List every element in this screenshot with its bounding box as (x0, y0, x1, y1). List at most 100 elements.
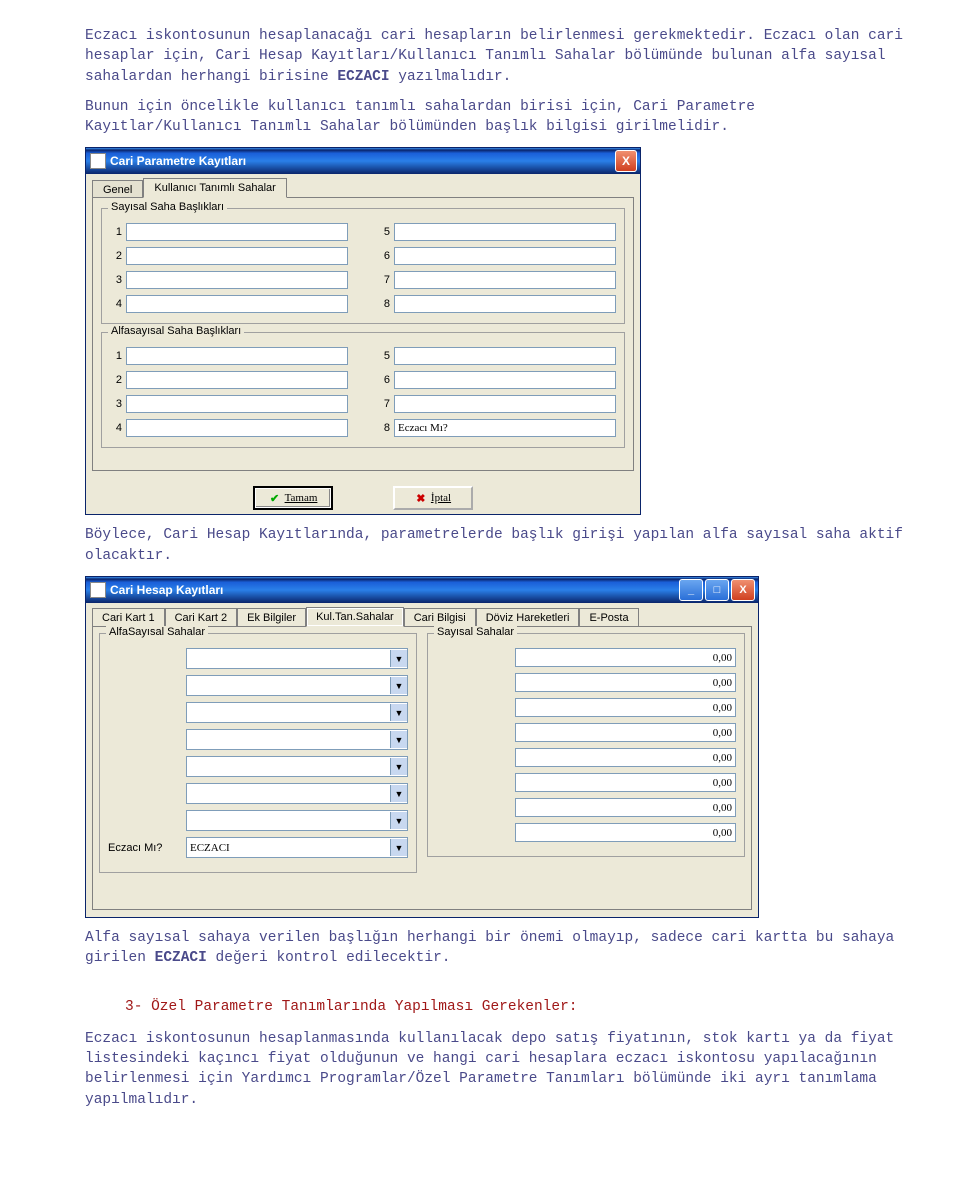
tabs: Cari Kart 1 Cari Kart 2 Ek Bilgiler Kul.… (86, 603, 758, 627)
num-field-4[interactable]: 0,00 (515, 723, 736, 742)
chevron-down-icon: ▼ (390, 704, 407, 721)
group-sayisal: Sayısal Saha Başlıkları 1 5 2 6 3 7 4 8 (101, 208, 625, 324)
button-row: Tamam İptal (86, 478, 640, 514)
sayisal-input-4[interactable] (126, 295, 348, 313)
combo-4[interactable]: ▼ (186, 729, 408, 750)
close-button[interactable]: X (615, 150, 637, 172)
alfa-input-4[interactable] (126, 419, 348, 437)
num-label: 7 (378, 274, 394, 286)
chevron-down-icon: ▼ (390, 650, 407, 667)
window-title: Cari Parametre Kayıtları (110, 154, 246, 168)
combo-value: ECZACI (190, 842, 230, 854)
ok-button[interactable]: Tamam (253, 486, 333, 510)
num-label: 4 (110, 422, 126, 434)
num-field-8[interactable]: 0,00 (515, 823, 736, 842)
num-label: 3 (110, 274, 126, 286)
section-title-3: 3- Özel Parametre Tanımlarında Yapılması… (125, 999, 915, 1015)
tab-body: AlfaSayısal Sahalar ▼ ▼ ▼ ▼ ▼ ▼ ▼ Eczacı… (92, 626, 752, 910)
alfa-input-1[interactable] (126, 347, 348, 365)
group-alfasayisal: Alfasayısal Saha Başlıkları 1 5 2 6 3 7 … (101, 332, 625, 448)
app-icon (90, 153, 106, 169)
group-legend: AlfaSayısal Sahalar (106, 626, 208, 638)
window-cari-hesap: Cari Hesap Kayıtları _ □ X Cari Kart 1 C… (85, 576, 759, 918)
tab-body: Sayısal Saha Başlıkları 1 5 2 6 3 7 4 8 … (92, 197, 634, 471)
combo-eczaci[interactable]: ECZACI ▼ (186, 837, 408, 858)
tab-cari-kart-2[interactable]: Cari Kart 2 (165, 608, 238, 628)
tab-doviz[interactable]: Döviz Hareketleri (476, 608, 580, 628)
titlebar[interactable]: Cari Hesap Kayıtları _ □ X (86, 577, 758, 603)
num-label: 8 (378, 298, 394, 310)
num-field-1[interactable]: 0,00 (515, 648, 736, 667)
tab-kullanici-tanimli[interactable]: Kullanıcı Tanımlı Sahalar (143, 178, 286, 198)
close-button[interactable]: X (731, 579, 755, 601)
paragraph-3: Böylece, Cari Hesap Kayıtlarında, parame… (85, 525, 915, 566)
num-field-2[interactable]: 0,00 (515, 673, 736, 692)
num-label: 6 (378, 250, 394, 262)
sayisal-input-1[interactable] (126, 223, 348, 241)
tab-cari-bilgisi[interactable]: Cari Bilgisi (404, 608, 476, 628)
tab-eposta[interactable]: E-Posta (579, 608, 638, 628)
ok-label: Tamam (285, 492, 318, 504)
sayisal-input-8[interactable] (394, 295, 616, 313)
app-icon (90, 582, 106, 598)
window-title: Cari Hesap Kayıtları (110, 583, 223, 597)
chevron-down-icon: ▼ (390, 758, 407, 775)
num-label: 1 (110, 350, 126, 362)
cancel-label: İptal (431, 492, 451, 504)
num-label: 5 (378, 226, 394, 238)
chevron-down-icon: ▼ (390, 731, 407, 748)
paragraph-5: Eczacı iskontosunun hesaplanmasında kull… (85, 1029, 915, 1110)
group-alfasayisal: AlfaSayısal Sahalar ▼ ▼ ▼ ▼ ▼ ▼ ▼ Eczacı… (99, 633, 417, 873)
num-label: 3 (110, 398, 126, 410)
num-label: 7 (378, 398, 394, 410)
num-label: 5 (378, 350, 394, 362)
tab-ek-bilgiler[interactable]: Ek Bilgiler (237, 608, 306, 628)
cancel-icon (415, 492, 427, 504)
tab-cari-kart-1[interactable]: Cari Kart 1 (92, 608, 165, 628)
alfa-input-7[interactable] (394, 395, 616, 413)
ok-icon (269, 492, 281, 504)
combo-5[interactable]: ▼ (186, 756, 408, 777)
sayisal-input-5[interactable] (394, 223, 616, 241)
paragraph-2: Bunun için öncelikle kullanıcı tanımlı s… (85, 97, 915, 138)
chevron-down-icon: ▼ (390, 839, 407, 856)
sayisal-input-2[interactable] (126, 247, 348, 265)
minimize-button[interactable]: _ (679, 579, 703, 601)
titlebar[interactable]: Cari Parametre Kayıtları X (86, 148, 640, 174)
num-label: 4 (110, 298, 126, 310)
chevron-down-icon: ▼ (390, 677, 407, 694)
chevron-down-icon: ▼ (390, 785, 407, 802)
group-legend: Sayısal Sahalar (434, 626, 517, 638)
chevron-down-icon: ▼ (390, 812, 407, 829)
alfa-input-6[interactable] (394, 371, 616, 389)
sayisal-input-6[interactable] (394, 247, 616, 265)
paragraph-4: Alfa sayısal sahaya verilen başlığın her… (85, 928, 915, 969)
num-label: 2 (110, 374, 126, 386)
sayisal-input-7[interactable] (394, 271, 616, 289)
group-legend-sayisal: Sayısal Saha Başlıkları (108, 201, 227, 213)
combo-1[interactable]: ▼ (186, 648, 408, 669)
num-field-7[interactable]: 0,00 (515, 798, 736, 817)
p1-bold: ECZACI (337, 69, 389, 85)
alfa-input-2[interactable] (126, 371, 348, 389)
tab-kul-tan-sahalar[interactable]: Kul.Tan.Sahalar (306, 607, 404, 627)
p4-bold: ECZACI (155, 950, 207, 966)
maximize-button[interactable]: □ (705, 579, 729, 601)
group-legend-alfasayisal: Alfasayısal Saha Başlıkları (108, 325, 244, 337)
num-field-6[interactable]: 0,00 (515, 773, 736, 792)
num-field-5[interactable]: 0,00 (515, 748, 736, 767)
num-field-3[interactable]: 0,00 (515, 698, 736, 717)
alfa-input-8[interactable] (394, 419, 616, 437)
alfa-input-5[interactable] (394, 347, 616, 365)
num-label: 6 (378, 374, 394, 386)
combo-2[interactable]: ▼ (186, 675, 408, 696)
combo-3[interactable]: ▼ (186, 702, 408, 723)
cancel-button[interactable]: İptal (393, 486, 473, 510)
combo-7[interactable]: ▼ (186, 810, 408, 831)
num-label: 1 (110, 226, 126, 238)
alfa-input-3[interactable] (126, 395, 348, 413)
sayisal-input-3[interactable] (126, 271, 348, 289)
combo-6[interactable]: ▼ (186, 783, 408, 804)
p4-text-c: değeri kontrol edilecektir. (207, 950, 451, 966)
num-label: 8 (378, 422, 394, 434)
